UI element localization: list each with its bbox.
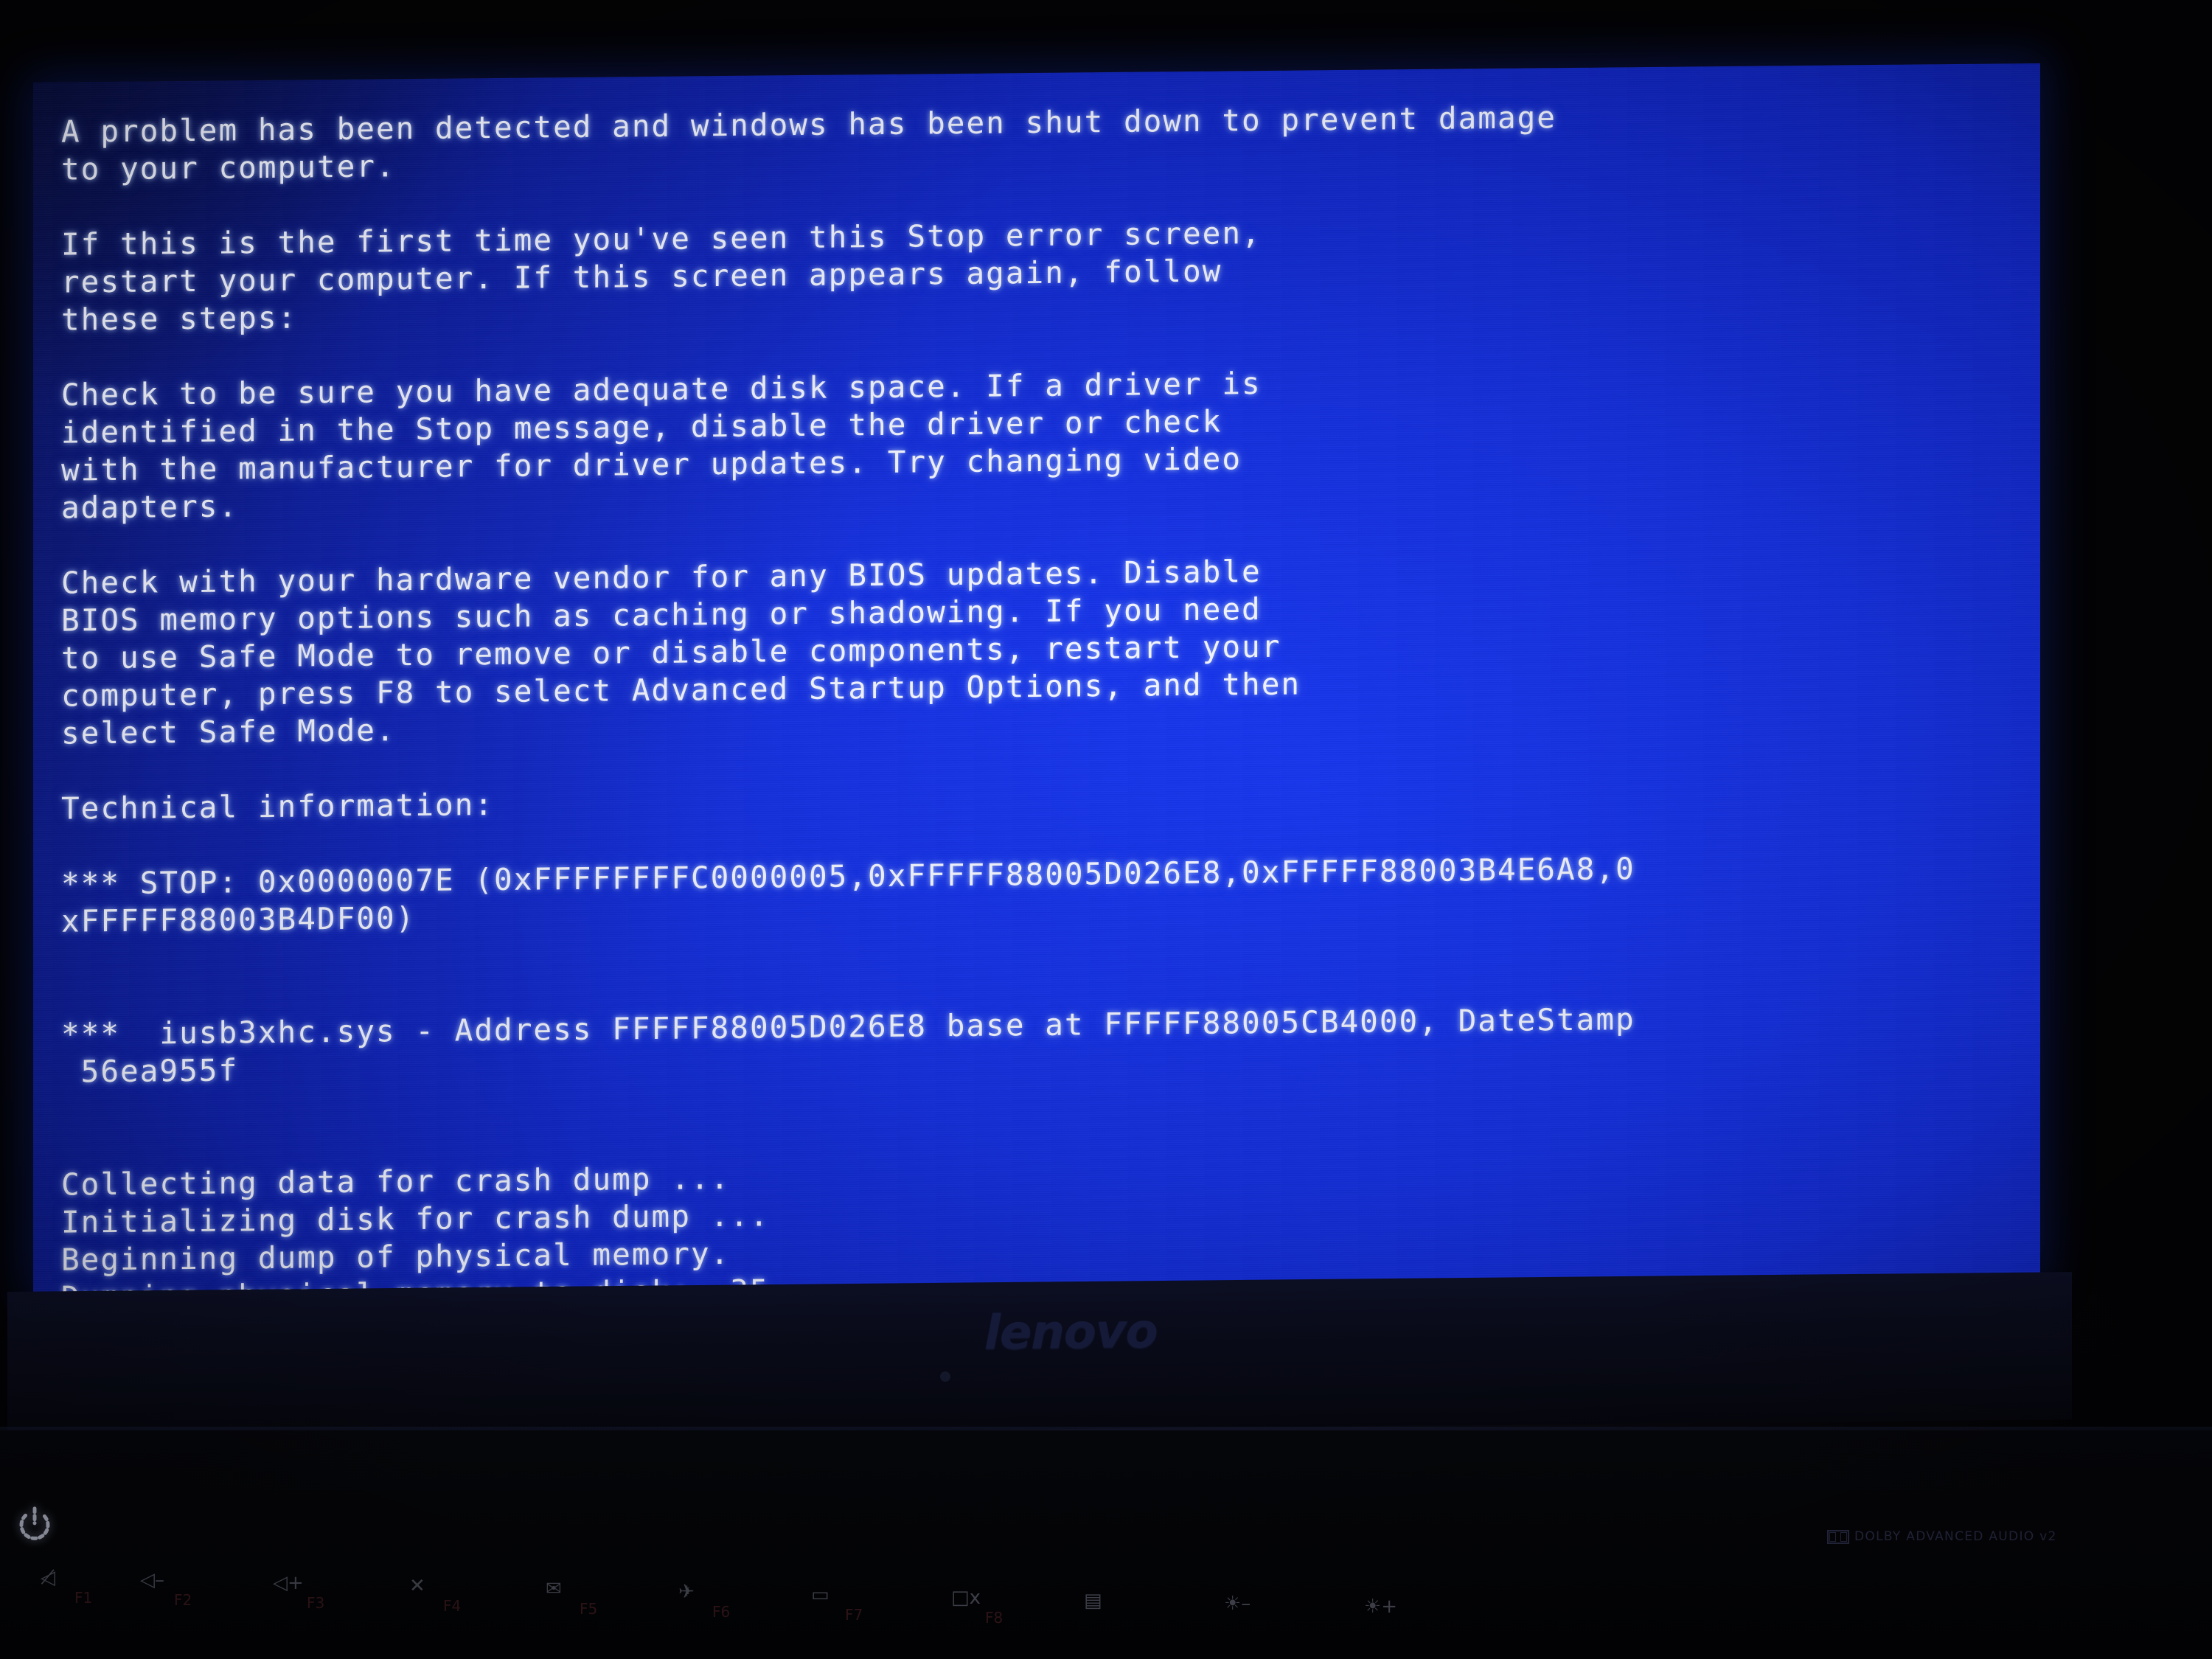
laptop-photo: A problem has been detected and windows … [0, 0, 2212, 1659]
power-button-icon[interactable] [15, 1504, 55, 1544]
fkey-label-F5: F5 [580, 1600, 598, 1618]
fkey-label-F3: F3 [307, 1594, 325, 1612]
fkey-airplane-mode-icon[interactable]: ✈ [678, 1581, 695, 1603]
fkey-label-F4: F4 [443, 1597, 462, 1615]
fkey-label-F1: F1 [74, 1589, 93, 1607]
fkey-volume-up-icon[interactable]: ◁+ [273, 1572, 304, 1594]
fkey-camera-icon[interactable]: ✉ [546, 1578, 562, 1600]
fkey-project-icon[interactable]: ▤ [1084, 1590, 1102, 1612]
fkey-display-toggle-icon[interactable]: ▭ [811, 1584, 830, 1606]
fkey-label-F7: F7 [845, 1606, 863, 1624]
dolby-badge-label: DOLBY ADVANCED AUDIO v2 [1854, 1529, 2057, 1544]
dolby-audio-badge: DOLBY ADVANCED AUDIO v2 [1821, 1526, 2063, 1547]
bsod-message-body: A problem has been detected and windows … [61, 94, 2040, 1295]
fkey-volume-down-icon[interactable]: ◁– [140, 1569, 164, 1591]
fkey-mic-mute-icon[interactable]: ✕ [409, 1575, 425, 1597]
fkey-brightness-down-icon[interactable]: ☀– [1224, 1593, 1251, 1615]
bezel-screw [940, 1371, 950, 1382]
dolby-logo-icon [1827, 1529, 1849, 1544]
lenovo-logo: lenovo [984, 1304, 1158, 1361]
bsod-screen: A problem has been detected and windows … [33, 63, 2040, 1295]
fkey-label-F2: F2 [174, 1591, 192, 1609]
fkey-label-F6: F6 [712, 1603, 731, 1621]
fkey-label-F8: F8 [985, 1609, 1004, 1627]
fkey-touchpad-off-icon[interactable]: □x [951, 1587, 981, 1609]
fkey-mute-icon[interactable]: ◁̸ [41, 1567, 55, 1589]
fkey-brightness-up-icon[interactable]: ☀+ [1364, 1596, 1397, 1618]
